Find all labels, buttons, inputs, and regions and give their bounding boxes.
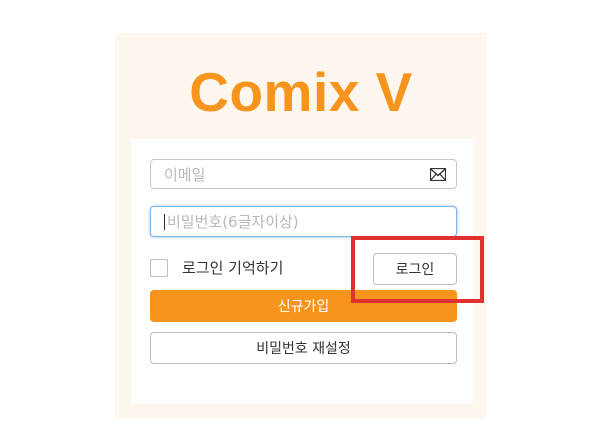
text-caret (164, 213, 165, 230)
reset-password-button[interactable]: 비밀번호 재설정 (150, 332, 457, 364)
email-placeholder: 이메일 (164, 165, 206, 184)
email-field[interactable]: 이메일 (150, 159, 457, 189)
password-field[interactable]: 비밀번호(6글자이상) (150, 206, 457, 237)
signup-button[interactable]: 신규가입 (150, 290, 457, 322)
remember-login-checkbox[interactable] (150, 259, 168, 277)
brand-logo: Comix V (189, 61, 413, 123)
remember-login-label[interactable]: 로그인 기억하기 (182, 258, 283, 278)
mail-icon (430, 168, 446, 181)
login-button[interactable]: 로그인 (373, 253, 457, 285)
password-placeholder: 비밀번호(6글자이상) (167, 213, 299, 231)
login-screen: Comix V 이메일 비밀번호(6글자이상) 로그인 기억하기 로그인 신규가… (0, 0, 602, 445)
